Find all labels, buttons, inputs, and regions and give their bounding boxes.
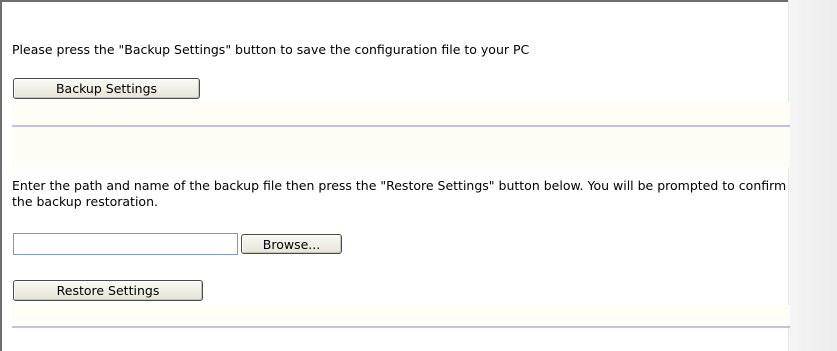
backup-file-path-input[interactable] [13, 233, 238, 255]
backup-section-bottom [12, 102, 790, 124]
backup-instruction: Please press the "Backup Settings" butto… [12, 42, 530, 57]
backup-section: Please press the "Backup Settings" butto… [12, 42, 790, 60]
restore-divider [12, 326, 790, 328]
restore-settings-button[interactable]: Restore Settings [13, 280, 203, 301]
browse-button[interactable]: Browse... [241, 234, 342, 254]
restore-instruction: Enter the path and name of the backup fi… [12, 178, 787, 209]
right-edge-strip [788, 0, 837, 351]
restore-section-bottom [12, 305, 790, 325]
restore-section: Enter the path and name of the backup fi… [12, 178, 790, 212]
restore-section-top [12, 127, 790, 167]
backup-settings-button[interactable]: Backup Settings [13, 78, 200, 99]
